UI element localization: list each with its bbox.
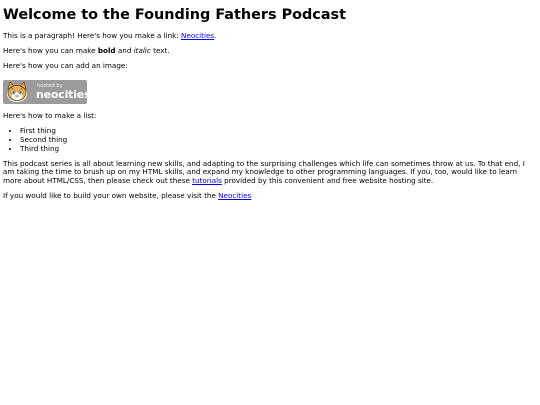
paragraph-text: If you would like to build your own webs… (3, 191, 219, 201)
italic-text: italic (133, 46, 151, 56)
closing-paragraph: If you would like to build your own webs… (3, 191, 537, 201)
list-item: Third thing (20, 144, 537, 154)
neocities-visit-link[interactable]: Neocities (218, 191, 251, 200)
tutorials-link[interactable]: tutorials (192, 176, 222, 185)
paragraph-text: This is a paragraph! Here's how you make… (3, 31, 182, 40)
paragraph-list-intro: Here's how to make a list: (3, 111, 97, 121)
paragraph-formatting: Here's how you can make bold and italic … (3, 46, 537, 56)
hosted-by-neocities-badge[interactable]: hosted by neocities (3, 79, 91, 104)
neocities-link[interactable]: Neocities (181, 31, 214, 40)
page-title: Welcome to the Founding Fathers Podcast (3, 7, 346, 23)
podcast-description: This podcast series is all about learnin… (3, 159, 537, 186)
paragraph-link-intro: This is a paragraph! Here's how you make… (3, 31, 537, 41)
paragraph-image-intro: Here's how you can add an image: (3, 61, 128, 71)
paragraph-text: Here's how you can make (3, 46, 98, 56)
example-list: First thing Second thing Third thing (3, 127, 537, 153)
paragraph-text: text. (150, 46, 170, 56)
badge-brand-label: neocities (36, 87, 91, 101)
neocities-cat-logo-icon (7, 80, 27, 102)
paragraph-text: . (214, 31, 217, 40)
paragraph-text: provided by this convenient and free web… (221, 175, 434, 185)
bold-text: bold (97, 46, 116, 56)
paragraph-text: and (115, 46, 134, 56)
list-item: Second thing (20, 135, 537, 145)
list-item: First thing (20, 127, 537, 136)
